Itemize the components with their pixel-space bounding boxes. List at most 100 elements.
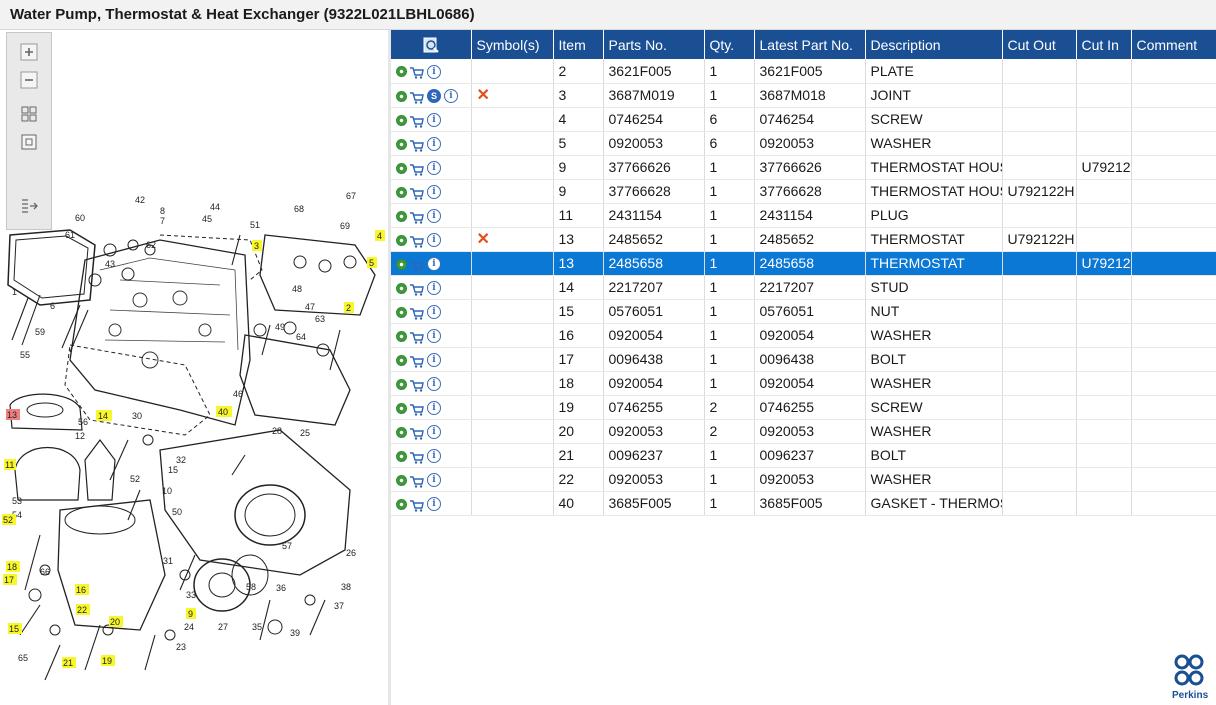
gear-icon[interactable] xyxy=(396,186,407,198)
info-icon[interactable]: i xyxy=(427,449,441,464)
info-icon[interactable]: i xyxy=(427,377,441,392)
info-icon[interactable]: i xyxy=(427,233,441,248)
info-icon[interactable]: i xyxy=(427,425,441,440)
gear-icon[interactable] xyxy=(396,282,407,294)
zoom-out-icon[interactable] xyxy=(17,69,41,91)
gear-icon[interactable] xyxy=(396,330,407,342)
gear-icon[interactable] xyxy=(396,162,407,174)
diagram-panel[interactable]: 42 8 7 60 61 43 6 59 1 44 45 51 68 67 69 62 48 47 63… xyxy=(0,30,388,705)
gear-icon[interactable] xyxy=(396,450,407,462)
exploded-diagram[interactable]: 4287 606143 6591 444551 686769 624847 63… xyxy=(0,30,388,705)
gear-icon[interactable] xyxy=(396,498,407,510)
cart-icon[interactable] xyxy=(410,66,424,80)
info-icon[interactable]: i xyxy=(427,305,441,320)
cart-icon[interactable] xyxy=(410,331,424,344)
table-row[interactable]: i 13 2485658 1 2485658 THERMOSTAT U79212 xyxy=(391,251,1216,276)
info-icon[interactable]: i xyxy=(427,137,441,152)
table-row[interactable]: i 15 0576051 1 0576051 NUT xyxy=(391,299,1216,324)
column-header-description[interactable]: Description xyxy=(865,30,1003,59)
info-icon[interactable]: i xyxy=(444,89,458,104)
info-icon[interactable]: i xyxy=(427,329,441,344)
table-row[interactable]: Si ✕ 3 3687M019 1 3687M018 JOINT xyxy=(391,83,1216,108)
cart-icon[interactable] xyxy=(410,499,424,512)
collapse-panel-icon[interactable] xyxy=(17,195,41,217)
table-row[interactable]: i 16 0920054 1 0920054 WASHER xyxy=(391,323,1216,348)
cart-icon[interactable] xyxy=(410,163,424,176)
search-icon[interactable] xyxy=(422,36,440,54)
table-row[interactable]: i 2 3621F005 1 3621F005 PLATE xyxy=(391,59,1216,84)
cart-icon[interactable] xyxy=(410,403,424,416)
gear-icon[interactable] xyxy=(396,138,407,150)
info-icon[interactable]: i xyxy=(427,209,441,224)
column-header-actions[interactable] xyxy=(391,30,472,59)
table-row[interactable]: i 5 0920053 6 0920053 WASHER xyxy=(391,131,1216,156)
info-icon[interactable]: i xyxy=(427,281,441,296)
gear-icon[interactable] xyxy=(396,90,407,102)
gear-icon[interactable] xyxy=(396,258,407,270)
cart-icon[interactable] xyxy=(410,235,424,248)
info-icon[interactable]: i xyxy=(427,113,441,128)
gear-icon[interactable] xyxy=(396,210,407,222)
item-cell: 11 xyxy=(553,203,604,228)
cart-icon[interactable] xyxy=(410,451,424,464)
table-row[interactable]: i 19 0746255 2 0746255 SCREW xyxy=(391,395,1216,420)
gear-icon[interactable] xyxy=(396,354,407,366)
cart-icon[interactable] xyxy=(410,307,424,320)
info-icon[interactable]: i xyxy=(427,353,441,368)
gear-icon[interactable] xyxy=(396,378,407,390)
table-row[interactable]: i 40 3685F005 1 3685F005 GASKET - THERMOS xyxy=(391,491,1216,516)
gear-icon[interactable] xyxy=(396,234,407,246)
table-row[interactable]: i 4 0746254 6 0746254 SCREW xyxy=(391,107,1216,132)
info-icon[interactable]: i xyxy=(427,401,441,416)
column-header-symbols[interactable]: Symbol(s) xyxy=(471,30,554,59)
fit-icon[interactable] xyxy=(17,103,41,125)
cut-in-cell xyxy=(1076,107,1132,132)
info-icon[interactable]: i xyxy=(427,473,441,488)
svg-text:50: 50 xyxy=(172,507,182,517)
cart-icon[interactable] xyxy=(410,475,424,488)
table-row[interactable]: i 21 0096237 1 0096237 BOLT xyxy=(391,443,1216,468)
cart-icon[interactable] xyxy=(410,379,424,392)
cart-icon[interactable] xyxy=(410,187,424,200)
cart-icon[interactable] xyxy=(410,259,424,272)
column-header-cut-out[interactable]: Cut Out xyxy=(1002,30,1077,59)
cart-icon[interactable] xyxy=(410,211,424,224)
gear-icon[interactable] xyxy=(396,474,407,486)
info-icon[interactable]: i xyxy=(427,497,441,512)
table-row[interactable]: i 14 2217207 1 2217207 STUD xyxy=(391,275,1216,300)
cart-icon[interactable] xyxy=(410,115,424,128)
table-row[interactable]: i 17 0096438 1 0096438 BOLT xyxy=(391,347,1216,372)
column-header-cut-in[interactable]: Cut In xyxy=(1076,30,1132,59)
zoom-in-icon[interactable] xyxy=(17,41,41,63)
info-icon[interactable]: i xyxy=(427,257,441,272)
table-row[interactable]: i 11 2431154 1 2431154 PLUG xyxy=(391,203,1216,228)
table-row[interactable]: i 20 0920053 2 0920053 WASHER xyxy=(391,419,1216,444)
column-header-latest-part-no[interactable]: Latest Part No. xyxy=(754,30,866,59)
column-header-parts-no[interactable]: Parts No. xyxy=(603,30,705,59)
gear-icon[interactable] xyxy=(396,114,407,126)
cart-icon[interactable] xyxy=(410,283,424,296)
table-row[interactable]: i 22 0920053 1 0920053 WASHER xyxy=(391,467,1216,492)
table-row[interactable]: i ✕ 13 2485652 1 2485652 THERMOSTAT U792122H xyxy=(391,227,1216,252)
qty-cell: 2 xyxy=(704,419,755,444)
table-row[interactable]: i 9 37766626 1 37766626 THERMOSTAT HOUS U79212 xyxy=(391,155,1216,180)
column-header-item[interactable]: Item xyxy=(553,30,604,59)
cart-icon[interactable] xyxy=(410,355,424,368)
info-icon[interactable]: i xyxy=(427,185,441,200)
supersession-icon[interactable]: S xyxy=(427,89,441,104)
gear-icon[interactable] xyxy=(396,402,407,414)
table-row[interactable]: i 9 37766628 1 37766628 THERMOSTAT HOUS U79212… xyxy=(391,179,1216,204)
gear-icon[interactable] xyxy=(396,426,407,438)
info-icon[interactable]: i xyxy=(427,161,441,176)
cart-icon[interactable] xyxy=(410,91,424,104)
actual-size-icon[interactable] xyxy=(17,131,41,153)
table-row[interactable]: i 18 0920054 1 0920054 WASHER xyxy=(391,371,1216,396)
gear-icon[interactable] xyxy=(396,66,407,78)
svg-text:6: 6 xyxy=(50,301,55,311)
gear-icon[interactable] xyxy=(396,306,407,318)
column-header-qty[interactable]: Qty. xyxy=(704,30,755,59)
info-icon[interactable]: i xyxy=(427,64,441,79)
column-header-comment[interactable]: Comment xyxy=(1131,30,1216,59)
cart-icon[interactable] xyxy=(410,139,424,152)
cart-icon[interactable] xyxy=(410,427,424,440)
